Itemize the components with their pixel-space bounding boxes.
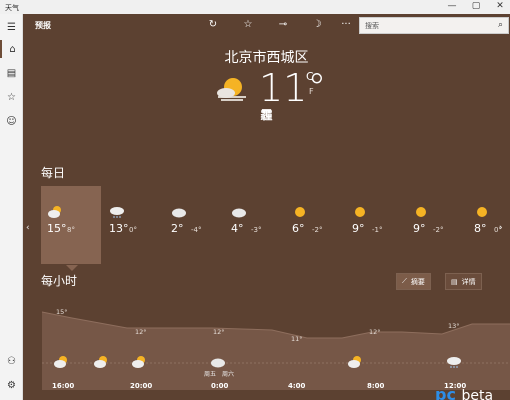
maps-icon[interactable]: ▤ (0, 64, 23, 82)
hourly-temp-label: 12° (369, 328, 381, 336)
search-input[interactable]: 搜索 ⌕ (359, 17, 509, 34)
watermark-text: beta (461, 388, 494, 400)
partly-cloudy-icon (47, 204, 63, 218)
haze-weather-icon (217, 78, 246, 101)
refresh-icon[interactable]: ↻ (205, 19, 221, 30)
minimize-button[interactable]: — (445, 1, 459, 11)
feedback-icon[interactable]: ☺ (0, 112, 23, 130)
more-options-icon[interactable]: ··· (338, 19, 354, 30)
hourly-time-label: 8:00 (367, 382, 385, 390)
celsius-toggle[interactable]: C (306, 70, 314, 83)
cloudy-icon (210, 354, 226, 368)
app-title: 天气 (5, 4, 19, 12)
weather-condition: 霾 (260, 108, 273, 122)
day-low-temp: -1° (372, 226, 383, 234)
day-low-temp: -4° (191, 226, 202, 234)
daily-heading: 每日 (41, 166, 66, 180)
hourly-time-label: 0:00 (211, 382, 229, 390)
daily-forecast-item[interactable]: 15° 8° (41, 186, 101, 271)
forecast-pane: 预报 ↻ ☆ ⊸ ☽ ··· 搜索 ⌕ 北京市西城区 11° C F 霾 每日 … (23, 14, 510, 400)
list-icon: ▤ (451, 277, 458, 286)
search-icon[interactable]: ⌕ (498, 20, 503, 30)
day-high-temp: 2° (171, 222, 184, 235)
sunny-icon (474, 204, 490, 218)
day-low-temp: 0° (494, 226, 502, 234)
partly-cloudy-icon (53, 354, 69, 368)
partly-cloudy-icon (347, 354, 363, 368)
city-name: 北京市西城区 (224, 50, 309, 66)
hamburger-menu-icon[interactable]: ☰ (0, 18, 23, 36)
day-high-temp: 8° (474, 222, 487, 235)
daily-forecast-item[interactable]: 6° -2° (286, 186, 346, 264)
watermark-logo: pc (435, 385, 456, 400)
chevron-left-icon[interactable]: ‹ (26, 223, 30, 233)
sunny-icon (413, 204, 429, 218)
summary-button[interactable]: ⟋ 摘要 (396, 273, 431, 290)
light-rain-icon (446, 354, 462, 368)
hourly-temp-label: 15° (56, 308, 68, 316)
day-marker-saturday: 周六 (222, 371, 235, 378)
day-low-temp: -2° (433, 226, 444, 234)
hourly-time-label: 4:00 (288, 382, 306, 390)
section-title: 预报 (35, 21, 51, 30)
daily-forecast-item[interactable]: 9° -2° (407, 186, 467, 264)
daily-forecast-item[interactable]: 8° 0° (468, 186, 510, 264)
sunny-icon (352, 204, 368, 218)
daily-forecast-item[interactable]: 2° -4° (165, 186, 225, 264)
account-icon[interactable]: ⚇ (0, 352, 23, 370)
dark-mode-icon[interactable]: ☽ (309, 19, 325, 30)
daily-forecast-item[interactable]: 4° -3° (225, 186, 285, 264)
close-button[interactable]: ✕ (493, 1, 507, 11)
day-low-temp: -3° (251, 226, 262, 234)
hourly-temp-label: 12° (135, 328, 147, 336)
favorite-star-icon[interactable]: ☆ (240, 19, 256, 30)
cloudy-icon (171, 204, 187, 218)
hourly-time-label: 16:00 (52, 382, 75, 390)
summary-label: 摘要 (410, 277, 425, 286)
settings-icon[interactable]: ⚙ (0, 376, 23, 394)
light-rain-icon (109, 204, 125, 218)
toolbar: 预报 ↻ ☆ ⊸ ☽ ··· 搜索 ⌕ (23, 14, 510, 40)
pcbeta-watermark: pc beta (435, 385, 493, 400)
day-low-temp: 0° (129, 226, 137, 234)
title-bar: 天气 — ▢ ✕ (0, 0, 510, 14)
partly-cloudy-icon (131, 354, 147, 368)
favorites-icon[interactable]: ☆ (0, 88, 23, 106)
home-icon[interactable]: ⌂ (0, 40, 23, 58)
pin-icon[interactable]: ⊸ (275, 19, 291, 30)
hourly-temp-label: 12° (213, 328, 225, 336)
day-high-temp: 4° (231, 222, 244, 235)
day-high-temp: 9° (352, 222, 365, 235)
search-placeholder: 搜索 (365, 22, 379, 30)
hourly-temp-label: 11° (291, 335, 303, 343)
day-high-temp: 13° (109, 222, 129, 235)
sidebar: ☰ ⌂ ▤ ☆ ☺ ⚇ ⚙ (0, 14, 23, 400)
hourly-temp-label: 13° (448, 322, 460, 330)
sunny-icon (292, 204, 308, 218)
current-temperature: 11° (259, 66, 327, 110)
partly-cloudy-icon (93, 354, 109, 368)
daily-forecast-item[interactable]: 9° -1° (346, 186, 406, 264)
day-high-temp: 9° (413, 222, 426, 235)
chart-icon: ⟋ (402, 277, 407, 285)
weather-metrics (23, 138, 510, 160)
hourly-temperature-chart (42, 311, 510, 390)
cloudy-icon (231, 204, 247, 218)
day-marker-friday: 周五 (204, 371, 217, 378)
hourly-time-label: 20:00 (130, 382, 153, 390)
details-button[interactable]: ▤ 详情 (445, 273, 482, 290)
maximize-button[interactable]: ▢ (469, 1, 483, 11)
day-high-temp: 15° (47, 222, 67, 235)
fahrenheit-toggle[interactable]: F (309, 87, 314, 96)
daily-forecast-item[interactable]: 13° 0° (103, 186, 163, 264)
day-high-temp: 6° (292, 222, 305, 235)
day-low-temp: 8° (67, 226, 75, 234)
hourly-heading: 每小时 (41, 274, 78, 288)
details-label: 详情 (461, 277, 476, 286)
day-low-temp: -2° (312, 226, 323, 234)
